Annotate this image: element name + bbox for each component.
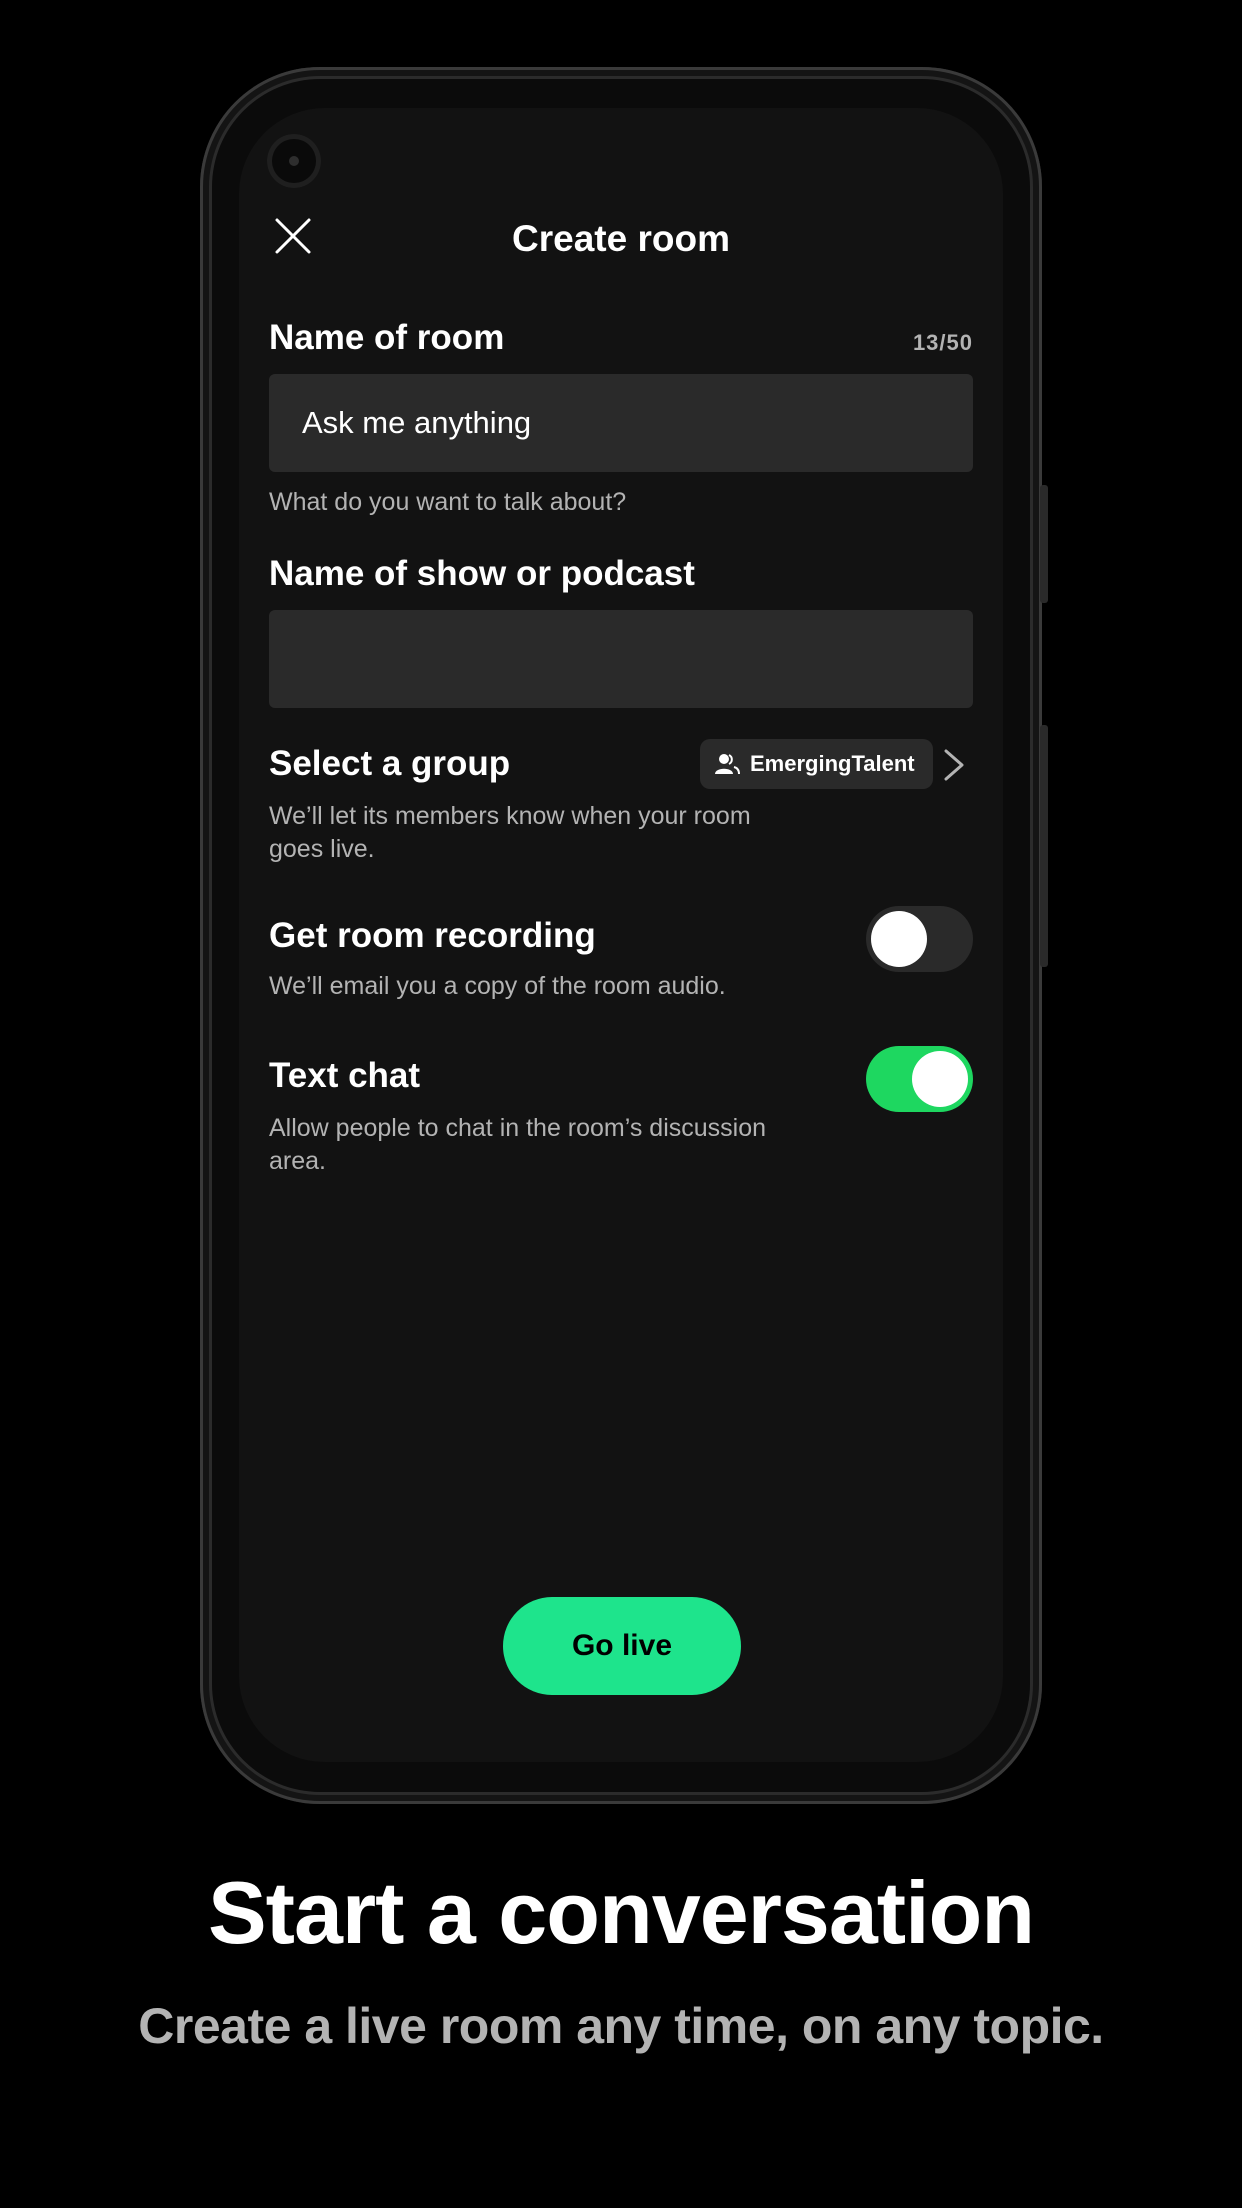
marketing-headline: Start a conversation [207, 1863, 1035, 1962]
room-name-value: Ask me anything [302, 405, 532, 440]
recording-hint: We’ll email you a copy of the room audio… [269, 972, 726, 1000]
page-title: Create room [512, 218, 730, 259]
group-chip-label: EmergingTalent [750, 751, 915, 776]
show-name-input[interactable] [269, 610, 973, 708]
camera-icon [267, 134, 321, 188]
room-name-hint: What do you want to talk about? [269, 488, 627, 516]
recording-label: Get room recording [269, 916, 596, 955]
text-chat-toggle-knob [912, 1051, 968, 1107]
room-name-input[interactable]: Ask me anything [269, 374, 973, 472]
phone-screen: Create room Name of room 13/50 Ask me an… [239, 108, 1003, 1762]
phone-side-button-bottom [1040, 725, 1048, 967]
marketing-subline: Create a live room any time, on any topi… [138, 1998, 1104, 2054]
show-name-label: Name of show or podcast [269, 554, 695, 593]
phone-side-button-top [1040, 485, 1048, 603]
room-name-counter: 13/50 [912, 330, 973, 355]
go-live-button[interactable]: Go live [503, 1597, 741, 1695]
recording-toggle-knob [871, 911, 927, 967]
group-hint: We’ll let its members know when your roo… [269, 802, 751, 863]
chevron-right-icon[interactable] [943, 748, 965, 782]
group-chip[interactable]: EmergingTalent [700, 739, 933, 789]
text-chat-label: Text chat [269, 1056, 421, 1095]
group-icon [715, 754, 740, 775]
text-chat-hint: Allow people to chat in the room’s discu… [269, 1114, 767, 1175]
recording-toggle[interactable] [866, 906, 973, 972]
text-chat-toggle[interactable] [866, 1046, 973, 1112]
room-name-label: Name of room [269, 318, 505, 357]
group-label: Select a group [269, 744, 511, 783]
